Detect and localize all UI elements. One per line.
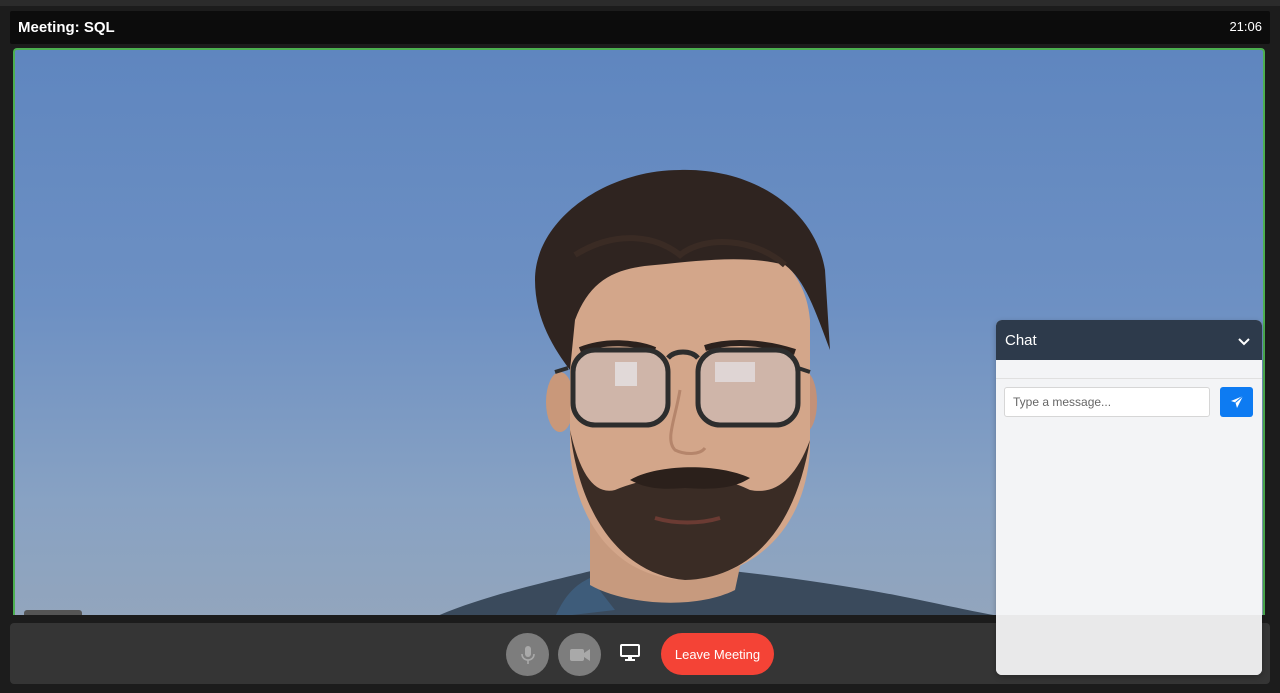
microphone-icon bbox=[520, 645, 535, 664]
monitor-icon bbox=[620, 644, 640, 661]
screen-share-button[interactable] bbox=[618, 641, 642, 665]
video-camera-icon bbox=[569, 648, 590, 661]
chat-header: Chat bbox=[996, 320, 1262, 360]
chat-message-list bbox=[996, 360, 1262, 379]
paper-plane-icon bbox=[1230, 395, 1243, 408]
chevron-down-icon[interactable] bbox=[1236, 333, 1252, 349]
participant-name-tag bbox=[24, 610, 82, 615]
mute-button[interactable] bbox=[506, 633, 549, 676]
meeting-title: Meeting: SQL bbox=[18, 19, 115, 36]
send-message-button[interactable] bbox=[1220, 387, 1253, 417]
meeting-clock: 21:06 bbox=[1229, 19, 1262, 34]
meeting-app: Meeting: SQL 21:06 Leave Meeting Chat Ty… bbox=[0, 0, 1280, 693]
window-top-strip bbox=[0, 0, 1280, 6]
chat-panel-footer bbox=[996, 615, 1262, 675]
chat-message-input[interactable] bbox=[1004, 387, 1210, 417]
leave-meeting-button[interactable]: Leave Meeting bbox=[661, 633, 774, 675]
camera-button[interactable] bbox=[558, 633, 601, 676]
meeting-header: Meeting: SQL 21:06 bbox=[10, 11, 1270, 44]
chat-panel: Chat bbox=[996, 320, 1262, 675]
chat-title: Chat bbox=[1005, 332, 1037, 349]
chat-input-row bbox=[996, 379, 1262, 439]
